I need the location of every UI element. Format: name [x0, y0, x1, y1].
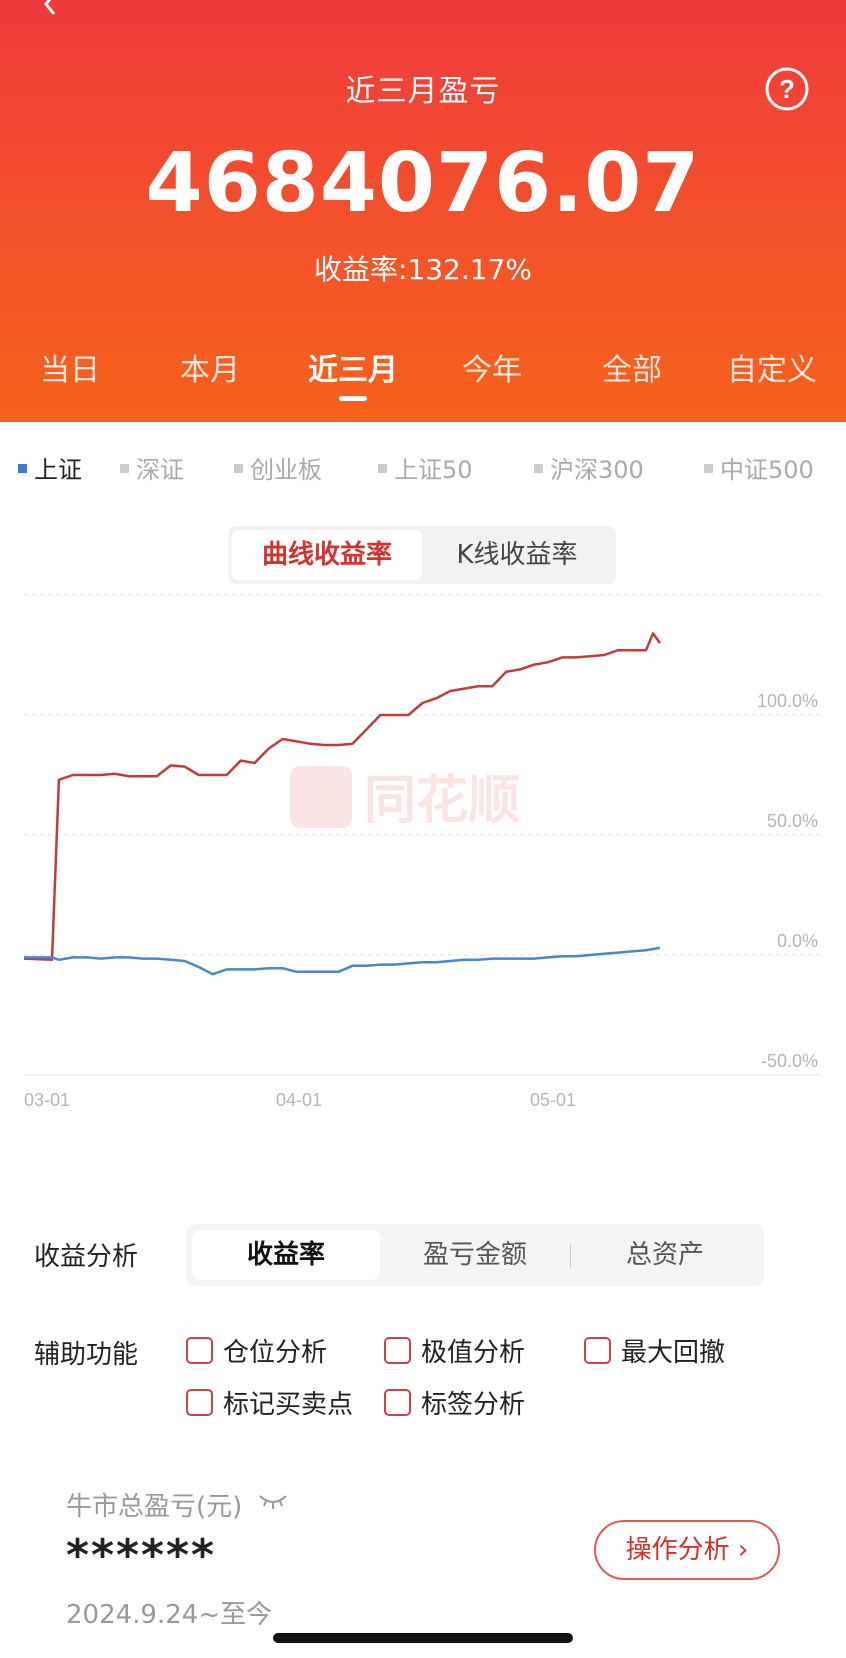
tab-custom[interactable]: 自定义 [702, 345, 842, 389]
bull-market-label: 牛市总盈亏(元) [66, 1492, 243, 1522]
legend-square-icon [534, 463, 543, 473]
checkbox-label: 标记买卖点 [223, 1390, 354, 1420]
checkbox-icon [186, 1337, 213, 1364]
chart-mode-toggle: 曲线收益率 K线收益率 [228, 526, 616, 584]
legend-square-icon [120, 463, 129, 473]
mark-trades-checkbox[interactable]: 标记买卖点 [186, 1384, 353, 1421]
svg-text:?: ? [779, 74, 795, 104]
checkbox-label: 仓位分析 [223, 1338, 328, 1368]
masked-profit-value: ****** [66, 1530, 217, 1581]
y-tick-label: -50.0% [761, 1051, 818, 1071]
watermark: 同花顺 [290, 766, 520, 831]
extreme-analysis-checkbox[interactable]: 极值分析 [384, 1332, 525, 1369]
aux-label: 辅助功能 [34, 1340, 139, 1370]
index-chinext[interactable]: 创业板 [234, 450, 322, 485]
index-return-line [24, 946, 661, 976]
index-shenzhen[interactable]: 深证 [120, 450, 184, 485]
profit-amount: 4684076.07 [145, 136, 701, 231]
index-label: 创业板 [250, 456, 322, 484]
eye-closed-icon[interactable] [258, 1490, 288, 1512]
y-tick-label: 0.0% [777, 931, 818, 951]
y-tick-label: 100.0% [757, 691, 818, 711]
checkbox-label: 最大回撤 [621, 1338, 726, 1368]
x-tick-label: 04-01 [276, 1090, 322, 1110]
legend-square-icon [18, 463, 27, 473]
legend-square-icon [704, 463, 713, 473]
checkbox-icon [186, 1389, 213, 1416]
index-label: 深证 [136, 456, 184, 484]
x-tick-label: 05-01 [530, 1090, 576, 1110]
x-tick-label: 03-01 [24, 1090, 70, 1110]
profit-amount-option[interactable]: 盈亏金额 [380, 1230, 570, 1280]
checkbox-label: 极值分析 [421, 1338, 526, 1368]
tag-analysis-checkbox[interactable]: 标签分析 [384, 1384, 525, 1421]
watermark-logo-icon [290, 766, 352, 828]
question-circle-icon[interactable]: ? [764, 66, 810, 112]
position-analysis-checkbox[interactable]: 仓位分析 [186, 1332, 327, 1369]
analysis-label: 收益分析 [34, 1242, 139, 1272]
operation-analysis-button[interactable]: 操作分析 › [594, 1520, 780, 1580]
checkbox-icon [384, 1389, 411, 1416]
y-tick-label: 150.0% [757, 590, 818, 591]
tab-three-months[interactable]: 近三月 [283, 345, 423, 389]
index-csi300[interactable]: 沪深300 [534, 450, 644, 485]
watermark-text: 同花顺 [364, 771, 520, 831]
tab-this-year[interactable]: 今年 [422, 345, 562, 389]
return-rate: 收益率:132.17% [313, 253, 532, 286]
analysis-segmented-control: 收益率 盈亏金额 总资产 [186, 1224, 764, 1286]
total-assets-option[interactable]: 总资产 [572, 1230, 758, 1280]
date-range: 2024.9.24~至今 [66, 1600, 273, 1630]
tab-today[interactable]: 当日 [0, 345, 140, 389]
index-label: 上证 [34, 456, 82, 484]
index-label: 上证50 [394, 456, 473, 484]
index-selector: 上证 深证 创业板 上证50 沪深300 中证500 [0, 450, 846, 486]
y-tick-label: 50.0% [767, 811, 818, 831]
index-csi500[interactable]: 中证500 [704, 450, 814, 485]
checkbox-label: 标签分析 [421, 1390, 526, 1420]
kline-return-button[interactable]: K线收益率 [422, 530, 612, 580]
page-title: 近三月盈亏 [345, 74, 501, 109]
index-label: 中证500 [720, 456, 814, 484]
active-tab-indicator [339, 396, 367, 401]
tab-this-month[interactable]: 本月 [140, 345, 280, 389]
period-tabs: 当日 本月 近三月 今年 全部 自定义 [0, 345, 846, 405]
index-label: 沪深300 [550, 456, 644, 484]
legend-square-icon [234, 463, 243, 473]
home-indicator [273, 1633, 573, 1643]
curve-return-button[interactable]: 曲线收益率 [232, 530, 422, 580]
index-shanghai[interactable]: 上证 [18, 450, 82, 485]
tab-all[interactable]: 全部 [562, 345, 702, 389]
index-sse50[interactable]: 上证50 [378, 450, 473, 485]
checkbox-icon [584, 1337, 611, 1364]
chevron-left-icon[interactable] [38, 0, 62, 16]
return-chart: 同花顺 150.0% 100.0% 50.0% 0.0% -50.0% 03-01 04-… [23, 590, 820, 1110]
checkbox-icon [384, 1337, 411, 1364]
legend-square-icon [378, 463, 387, 473]
segment-divider [570, 1244, 571, 1268]
max-drawdown-checkbox[interactable]: 最大回撤 [584, 1332, 725, 1369]
summary-header: 近三月盈亏 ? 4684076.07 收益率:132.17% 当日 本月 近三月… [0, 0, 846, 422]
return-rate-option[interactable]: 收益率 [192, 1230, 380, 1280]
